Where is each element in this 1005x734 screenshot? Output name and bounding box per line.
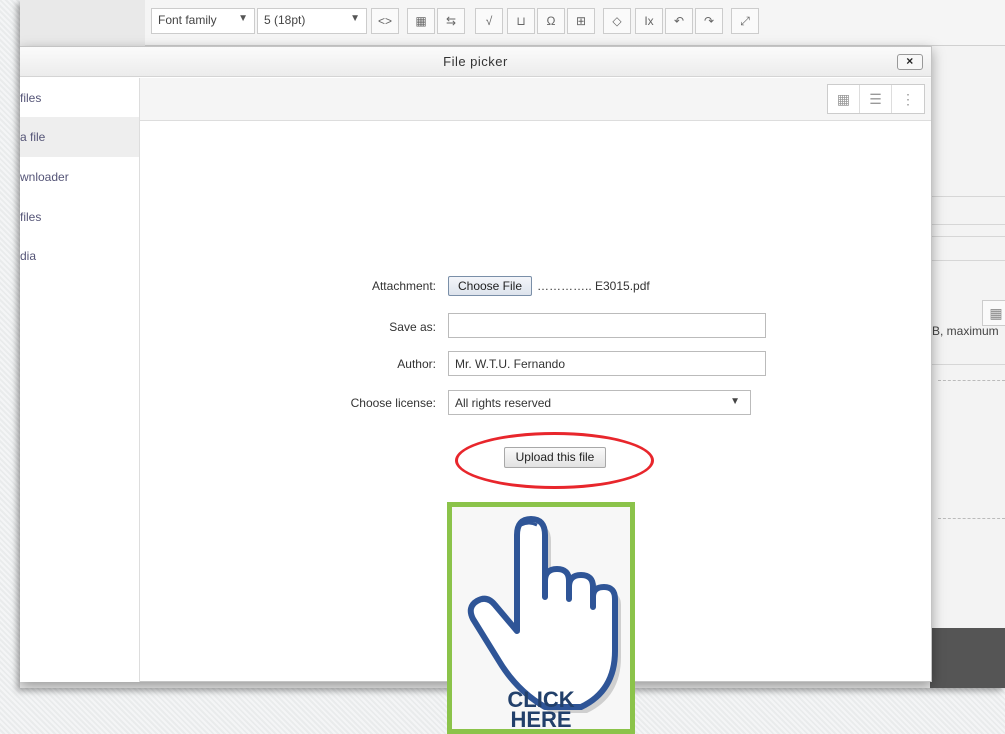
list-view-icon[interactable]: ☰ [860, 85, 892, 113]
save-as-label: Save as: [389, 320, 436, 334]
divider [932, 260, 1005, 261]
dashed-divider [938, 518, 1005, 519]
table-icon[interactable]: ▦ [407, 8, 435, 34]
attachment-label: Attachment: [371, 279, 436, 293]
editor-toolbar: Font family ▼ 5 (18pt) ▼ <> ▦ ⇆ √ ⊔ Ω ⊞ … [145, 0, 1005, 46]
grid-icon[interactable]: ⊞ [567, 8, 595, 34]
here-text: HERE [510, 707, 572, 732]
license-select[interactable]: All rights reserved ▼ [448, 390, 751, 415]
dropdown-arrow-icon: ▼ [238, 13, 248, 24]
editor-right-panel: B, maximum [932, 46, 1005, 636]
max-size-text: B, maximum [932, 324, 999, 338]
sidebar-item-label: wnloader [20, 170, 69, 184]
dialog-title: File picker [443, 54, 508, 69]
sidebar-item-recent-files[interactable]: files [20, 78, 139, 118]
click-here-graphic: CLICK HERE [447, 502, 635, 734]
sidebar-item-media[interactable]: dia [20, 236, 139, 276]
divider [932, 236, 1005, 237]
equation-icon[interactable]: √ [475, 8, 503, 34]
dropdown-arrow-icon: ▼ [350, 13, 360, 24]
font-size-select[interactable]: 5 (18pt) ▼ [257, 8, 367, 34]
view-toolbar: ▦ ☰ ⋮ [140, 78, 931, 121]
selected-file-name: ………….. E3015.pdf [537, 279, 650, 293]
footer-bar [930, 628, 1005, 688]
save-as-input[interactable] [448, 313, 766, 338]
sidebar-item-url-downloader[interactable]: wnloader [20, 157, 139, 197]
dialog-header: File picker × [20, 47, 931, 77]
sidebar-item-label: files [20, 210, 42, 224]
divider [932, 224, 1005, 225]
grid-view-icon[interactable]: ▦ [982, 300, 1005, 326]
fullscreen-icon[interactable]: ⤢ [731, 8, 759, 34]
undo-icon[interactable]: ↶ [665, 8, 693, 34]
license-label: Choose license: [350, 396, 436, 410]
icon-view-icon[interactable]: ▦ [828, 85, 860, 113]
spellcheck-icon[interactable]: ⊔ [507, 8, 535, 34]
font-family-label: Font family [158, 13, 217, 27]
character-map-icon[interactable]: Ω [537, 8, 565, 34]
sidebar-item-label: a file [20, 130, 46, 144]
sidebar-item-label: files [20, 91, 42, 105]
clear-format-icon[interactable]: Ix [635, 8, 663, 34]
shield-icon[interactable]: ◇ [603, 8, 631, 34]
code-icon[interactable]: <> [371, 8, 399, 34]
subscript-icon[interactable]: ⇆ [437, 8, 465, 34]
sidebar-item-upload-file[interactable]: a file [20, 117, 139, 157]
divider [932, 364, 1005, 365]
font-size-label: 5 (18pt) [264, 13, 306, 27]
choose-file-button[interactable]: Choose File [448, 276, 532, 296]
view-switcher: ▦ ☰ ⋮ [827, 84, 925, 114]
highlight-ellipse [455, 432, 654, 489]
divider [932, 196, 1005, 197]
tree-view-icon[interactable]: ⋮ [892, 85, 924, 113]
font-family-select[interactable]: Font family ▼ [151, 8, 255, 34]
author-input[interactable]: Mr. W.T.U. Fernando [448, 351, 766, 376]
sidebar-item-private-files[interactable]: files [20, 197, 139, 237]
redo-icon[interactable]: ↷ [695, 8, 723, 34]
dropdown-arrow-icon: ▼ [730, 396, 740, 407]
author-label: Author: [397, 357, 436, 371]
close-icon[interactable]: × [897, 54, 923, 70]
dashed-divider [938, 380, 1005, 381]
repository-sidebar: files a file wnloader files dia [20, 78, 140, 682]
license-value: All rights reserved [455, 396, 552, 410]
sidebar-item-label: dia [20, 249, 37, 263]
